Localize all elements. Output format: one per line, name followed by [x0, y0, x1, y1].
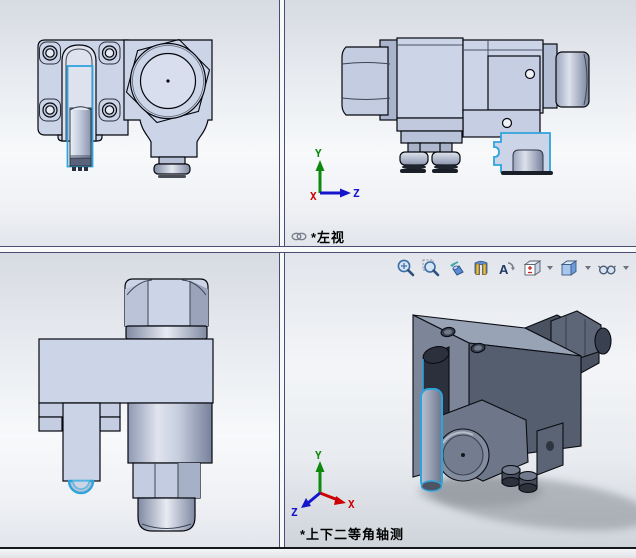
viewport-isometric[interactable]: A Y X Z *上下二等角轴测	[285, 253, 636, 547]
axis-label-x: X	[310, 190, 317, 203]
status-bar	[0, 547, 636, 558]
axis-label-z: Z	[291, 506, 298, 519]
axis-label-y: Y	[315, 147, 322, 160]
viewport-label-text: *左视	[311, 230, 346, 245]
left-view-drawing[interactable]: Y Z X	[285, 0, 636, 246]
top-view-drawing[interactable]	[0, 253, 279, 547]
viewport-top[interactable]	[0, 253, 279, 547]
orientation-triad: Y Z X	[310, 147, 360, 203]
selected-bracket[interactable]	[493, 132, 553, 175]
viewport-front[interactable]	[0, 0, 279, 246]
selected-pin-end[interactable]	[67, 479, 95, 495]
front-part-body[interactable]	[37, 38, 213, 179]
horizontal-viewport-splitter[interactable]	[0, 246, 636, 253]
axis-label-x: X	[348, 498, 355, 511]
axis-label-z: Z	[353, 187, 360, 200]
viewport-left[interactable]: Y Z X *左视	[285, 0, 636, 246]
viewport-label-left: *左视	[291, 227, 345, 246]
viewport-label-text: *上下二等角轴测	[300, 527, 405, 542]
isometric-view-drawing[interactable]: Y X Z	[285, 253, 636, 547]
left-part-body[interactable]	[341, 37, 590, 173]
axis-label-y: Y	[315, 449, 322, 462]
vertical-viewport-splitter[interactable]	[279, 0, 285, 547]
cad-multiview-window: Y Z X *左视 A Y X Z *上下二等角轴测	[0, 0, 636, 558]
front-view-drawing[interactable]	[0, 0, 279, 246]
orientation-triad-iso: Y X Z	[291, 449, 355, 519]
top-part-body[interactable]	[38, 278, 214, 532]
link-views-icon	[291, 232, 307, 241]
viewport-label-isometric: *上下二等角轴测	[300, 524, 404, 543]
